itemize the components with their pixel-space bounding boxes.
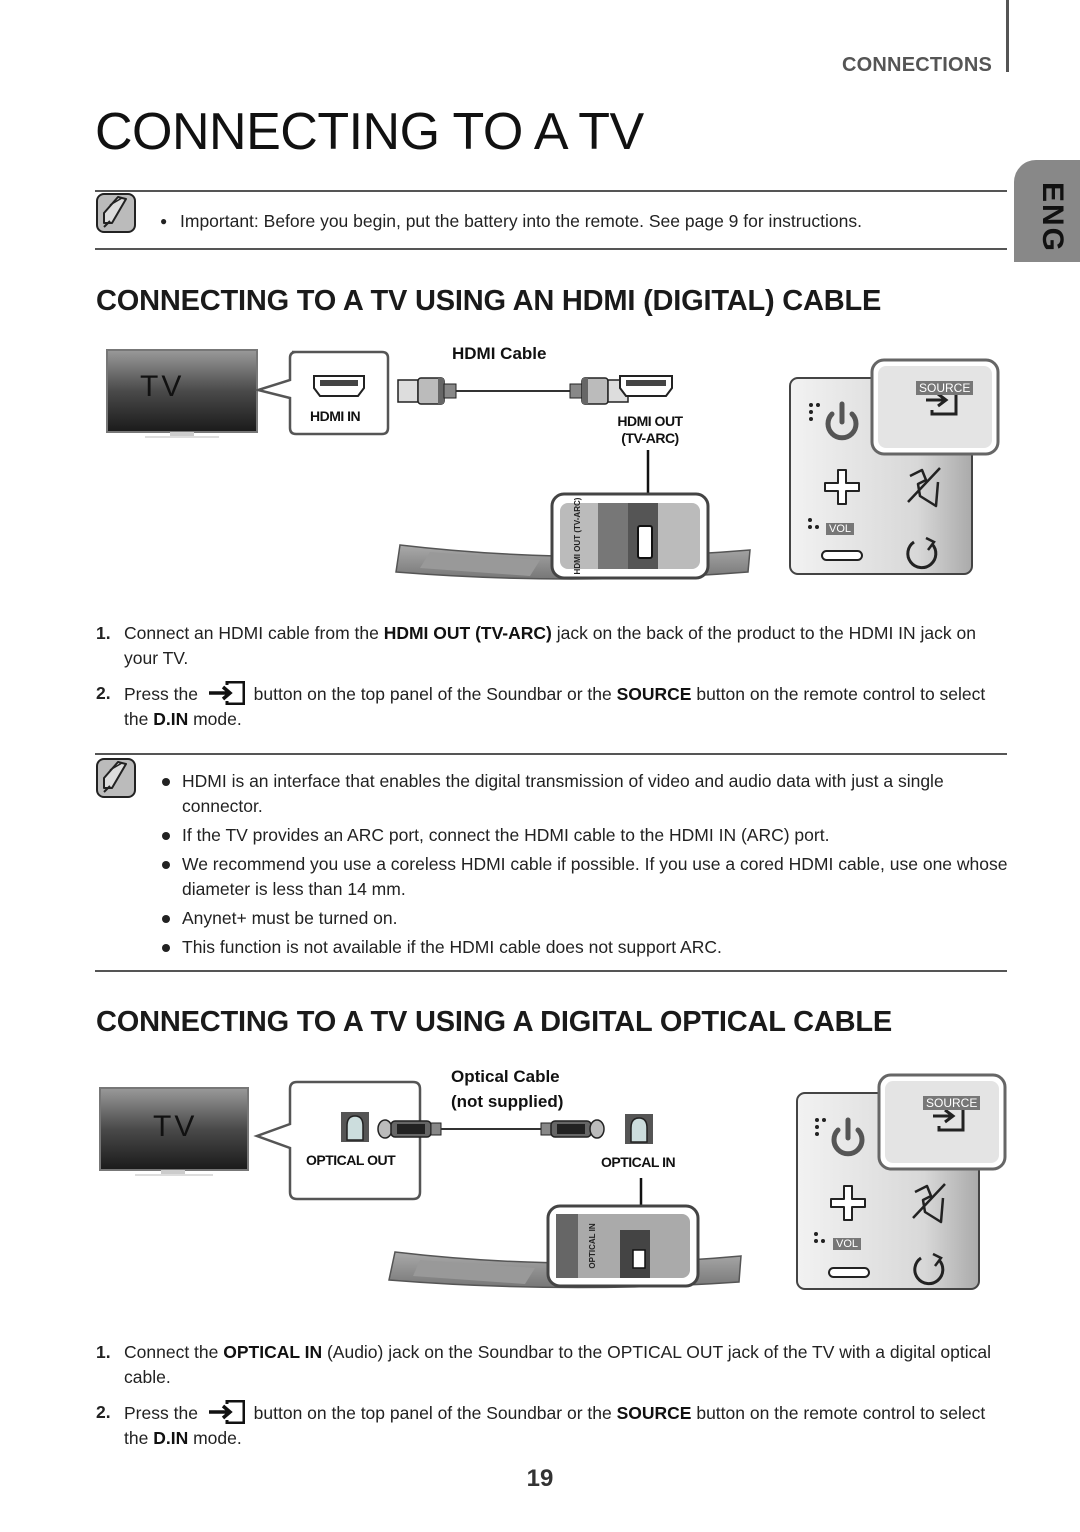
remote-source-label: SOURCE — [923, 1096, 981, 1110]
soundbar-port-label: OPTICAL IN — [601, 1154, 676, 1170]
cable-label: HDMI Cable — [452, 344, 547, 363]
soundbar-port-closeup: OPTICAL IN — [546, 1204, 700, 1288]
note-item: ● Important: Before you begin, put the ba… — [160, 209, 862, 234]
divider — [95, 970, 1007, 972]
optical-in-port-icon — [625, 1114, 653, 1144]
soundbar-port-closeup: HDMI OUT (TV-ARC) — [550, 492, 710, 580]
note-item: Anynet+ must be turned on. — [160, 906, 1010, 931]
section-label: CONNECTIONS — [842, 54, 992, 76]
hdmi-in-port-icon — [313, 375, 365, 397]
step-2: 2. Press the button on the top panel of … — [96, 681, 986, 729]
note-pencil-icon — [96, 758, 136, 798]
closeup-port-label: HDMI OUT (TV-ARC) — [573, 497, 582, 574]
section-heading-hdmi: CONNECTING TO A TV USING AN HDMI (DIGITA… — [96, 285, 882, 317]
note-item: This function is not available if the HD… — [160, 935, 1010, 960]
tv-port-callout — [253, 1080, 422, 1201]
tv-label: TV — [153, 1110, 198, 1143]
hdmi-notes-list: HDMI is an interface that enables the di… — [160, 769, 1010, 964]
optical-out-port-icon — [341, 1112, 369, 1142]
volume-down-icon — [828, 1267, 870, 1278]
volume-down-icon — [821, 550, 863, 561]
optical-connection-diagram: OPTICAL IN Optical Cable (not supplied) … — [95, 1060, 1010, 1300]
divider — [95, 753, 1007, 755]
tv-label: TV — [140, 370, 185, 403]
remote-vol-label: VOL — [826, 523, 855, 535]
closeup-port-label: OPTICAL IN — [588, 1223, 597, 1268]
source-button-highlight — [877, 1073, 1007, 1171]
divider — [95, 190, 1007, 192]
tv-port-label: HDMI IN — [310, 408, 361, 424]
step-1: 1. Connect an HDMI cable from the HDMI O… — [96, 623, 976, 668]
section-divider — [1006, 0, 1009, 72]
divider — [95, 248, 1007, 250]
remote-source-label: SOURCE — [916, 381, 974, 395]
page-title: CONNECTING TO A TV — [95, 103, 644, 161]
section-heading-optical: CONNECTING TO A TV USING A DIGITAL OPTIC… — [96, 1006, 892, 1038]
hdmi-connection-diagram: HDMI OUT (TV-ARC) HDMI Cable TV HDMI IN … — [100, 340, 1010, 590]
note-pencil-icon — [96, 193, 136, 233]
note-item: If the TV provides an ARC port, connect … — [160, 823, 1010, 848]
hdmi-out-port-icon — [619, 375, 673, 397]
page-number: 19 — [526, 1465, 554, 1492]
step-1: 1. Connect the OPTICAL IN (Audio) jack o… — [96, 1342, 991, 1387]
tv-port-label: OPTICAL OUT — [306, 1152, 396, 1168]
note-item: HDMI is an interface that enables the di… — [160, 769, 1010, 819]
note-item: We recommend you use a coreless HDMI cab… — [160, 852, 1010, 902]
language-tab: ENG — [1014, 160, 1080, 262]
soundbar-port-label: HDMI OUT (TV-ARC) — [617, 413, 683, 446]
language-tab-label: ENG — [1036, 182, 1069, 254]
cable-label: Optical Cable (not supplied) — [451, 1067, 564, 1111]
optical-cable-icon — [377, 1119, 605, 1139]
step-2: 2. Press the button on the top panel of … — [96, 1400, 986, 1448]
source-button-icon — [208, 681, 245, 705]
remote-vol-label: VOL — [833, 1238, 862, 1250]
hdmi-cable-icon — [397, 377, 629, 405]
source-button-icon — [208, 1400, 245, 1424]
source-button-highlight — [870, 358, 1000, 456]
diagram-artwork: HDMI OUT (TV-ARC) — [106, 349, 1000, 580]
bullet: ● — [160, 214, 168, 228]
